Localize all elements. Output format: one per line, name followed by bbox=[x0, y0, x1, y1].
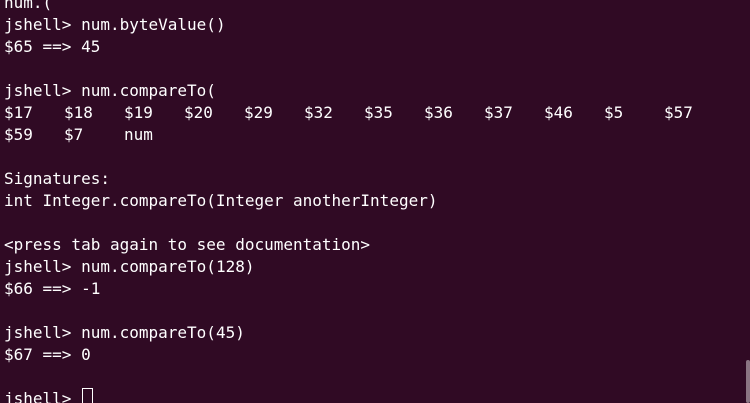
completion-item: $32 bbox=[304, 103, 333, 122]
result-line: $66 ==> -1 bbox=[4, 279, 101, 298]
command-text: num.byteValue() bbox=[81, 15, 226, 34]
scrollbar-thumb[interactable] bbox=[746, 360, 750, 403]
completion-item: $59 bbox=[4, 125, 33, 144]
command-text: num.compareTo( bbox=[81, 81, 216, 100]
result-line: $67 ==> 0 bbox=[4, 345, 91, 364]
prompt: jshell> bbox=[4, 257, 72, 276]
prompt: jshell> bbox=[4, 15, 72, 34]
signature-line: int Integer.compareTo(Integer anotherInt… bbox=[4, 191, 438, 210]
completion-item: $5 bbox=[604, 103, 624, 122]
current-input-line[interactable]: jshell> bbox=[4, 388, 724, 403]
terminal-window[interactable]: num.( jshell> num.byteValue() $65 ==> 45… bbox=[0, 0, 750, 403]
completion-item: $29 bbox=[244, 103, 273, 122]
terminal-output: num.( jshell> num.byteValue() $65 ==> 45… bbox=[4, 0, 724, 403]
cursor bbox=[82, 388, 94, 403]
completion-item: $20 bbox=[184, 103, 213, 122]
command-text: num.compareTo(128) bbox=[81, 257, 255, 276]
completion-item: $36 bbox=[424, 103, 453, 122]
signatures-header: Signatures: bbox=[4, 169, 110, 188]
command-line: jshell> num.compareTo(128) bbox=[4, 256, 724, 278]
result-line: $65 ==> 45 bbox=[4, 37, 101, 56]
completion-item: $17 bbox=[4, 103, 33, 122]
hint-line: <press tab again to see documentation> bbox=[4, 235, 371, 254]
completion-row: $17 $18 $19 $20 $29 $32 $35 $36 $37 $46 … bbox=[4, 102, 724, 124]
completion-item: $7 bbox=[64, 125, 84, 144]
completion-row: $59 $7 num bbox=[4, 124, 724, 146]
partial-line: num.( bbox=[4, 0, 53, 12]
prompt: jshell> bbox=[4, 389, 72, 403]
completion-item: $35 bbox=[364, 103, 393, 122]
prompt: jshell> bbox=[4, 323, 72, 342]
completion-item: $57 bbox=[664, 103, 693, 122]
completion-item: $46 bbox=[544, 103, 573, 122]
command-line: jshell> num.compareTo(45) bbox=[4, 322, 724, 344]
completion-item: num bbox=[124, 125, 153, 144]
prompt: jshell> bbox=[4, 81, 72, 100]
command-line: jshell> num.compareTo( bbox=[4, 80, 724, 102]
command-text: num.compareTo(45) bbox=[81, 323, 245, 342]
completion-item: $37 bbox=[484, 103, 513, 122]
completion-item: $18 bbox=[64, 103, 93, 122]
completion-item: $19 bbox=[124, 103, 153, 122]
command-line: jshell> num.byteValue() bbox=[4, 14, 724, 36]
